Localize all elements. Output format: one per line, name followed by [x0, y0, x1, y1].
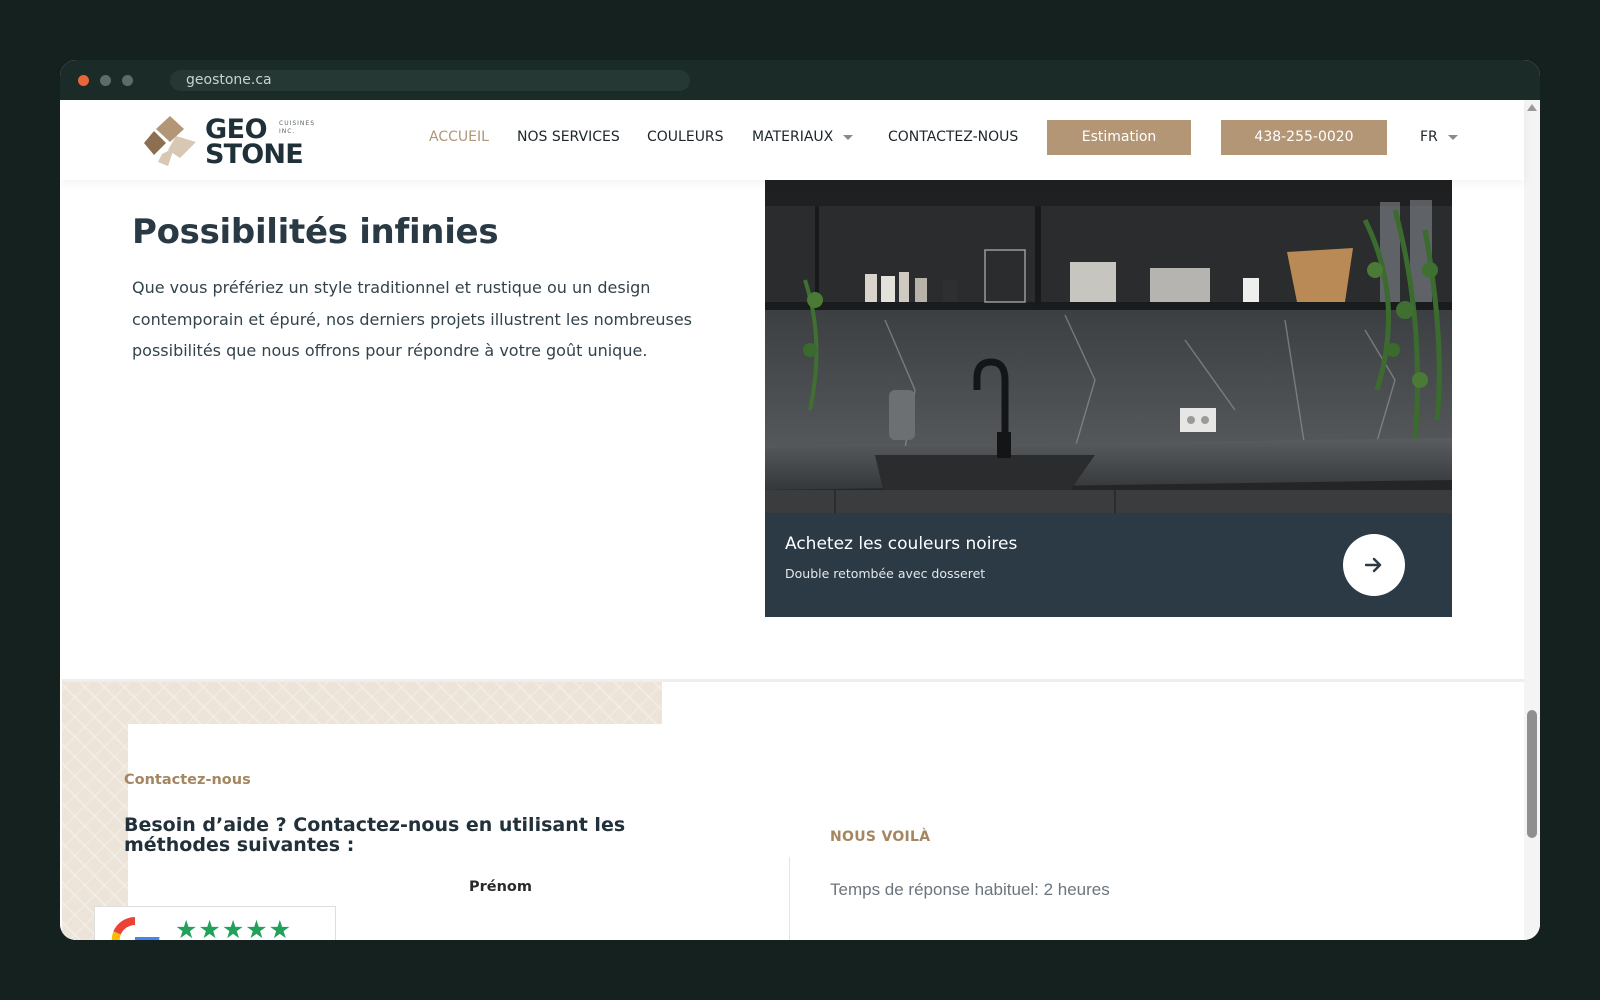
contact-title: Besoin d’aide ? Contactez-nous en utilis…	[124, 814, 626, 856]
scroll-up-icon[interactable]	[1527, 104, 1537, 111]
page-viewport: GEO STONE CUISINES INC. ACCUEIL NOS SERV…	[60, 100, 1540, 940]
nav-materials[interactable]: MATERIAUX	[752, 129, 854, 145]
minimize-window-icon[interactable]	[100, 75, 111, 86]
product-card-subtitle: Double retombée avec dosseret	[785, 566, 986, 581]
scrollbar-thumb[interactable]	[1527, 710, 1537, 838]
product-card-arrow-button[interactable]	[1343, 534, 1405, 596]
browser-window: geostone.ca GEO STONE CUISINES INC. ACCU…	[60, 60, 1540, 940]
product-card-title: Achetez les couleurs noires	[785, 534, 1018, 554]
chevron-down-icon	[843, 134, 854, 140]
product-card[interactable]: Achetez les couleurs noires Double retom…	[765, 513, 1452, 617]
google-review-badge[interactable]: ★★★★★	[94, 906, 336, 940]
address-bar[interactable]: geostone.ca	[170, 70, 690, 91]
geostone-logo-mark-icon	[144, 116, 196, 166]
page-scrollbar[interactable]	[1524, 100, 1540, 940]
contact-eyebrow: Contactez-nous	[124, 772, 251, 788]
language-chevron-down-icon	[1447, 134, 1458, 140]
arrow-right-icon	[1365, 557, 1382, 573]
nav-colors[interactable]: COULEURS	[647, 129, 724, 145]
google-icon	[111, 917, 160, 940]
nav-materials-label: MATERIAUX	[752, 129, 834, 145]
language-label: FR	[1420, 129, 1438, 145]
logo-tagline: CUISINES INC.	[279, 120, 316, 135]
rating-stars: ★★★★★	[175, 915, 293, 940]
kitchen-photo[interactable]	[765, 180, 1452, 513]
geostone-logo[interactable]: GEO STONE CUISINES INC.	[144, 114, 326, 168]
maximize-window-icon[interactable]	[122, 75, 133, 86]
browser-chrome: geostone.ca	[60, 60, 1540, 100]
section-divider	[789, 857, 790, 940]
nav-home[interactable]: ACCUEIL	[429, 129, 489, 145]
here-label: NOUS VOILÀ	[830, 829, 931, 845]
site-header: GEO STONE CUISINES INC. ACCUEIL NOS SERV…	[60, 100, 1524, 180]
section-description: Que vous préfériez un style traditionnel…	[132, 278, 693, 360]
close-window-icon[interactable]	[78, 75, 89, 86]
nav-contact[interactable]: CONTACTEZ-NOUS	[888, 129, 1018, 145]
first-name-label: Prénom	[469, 879, 533, 895]
logo-text-stone: STONE	[205, 139, 304, 170]
kitchen-illustration-icon	[765, 180, 1452, 513]
estimate-button[interactable]: Estimation	[1047, 120, 1191, 155]
language-selector[interactable]: FR	[1420, 129, 1458, 145]
contact-section: Contactez-nous Besoin d’aide ? Contactez…	[62, 679, 1524, 940]
nav-services[interactable]: NOS SERVICES	[517, 129, 620, 145]
phone-button[interactable]: 438-255-0020	[1221, 120, 1387, 155]
response-time: Temps de réponse habituel: 2 heures	[830, 880, 1110, 899]
section-title: Possibilités infinies	[132, 212, 499, 252]
